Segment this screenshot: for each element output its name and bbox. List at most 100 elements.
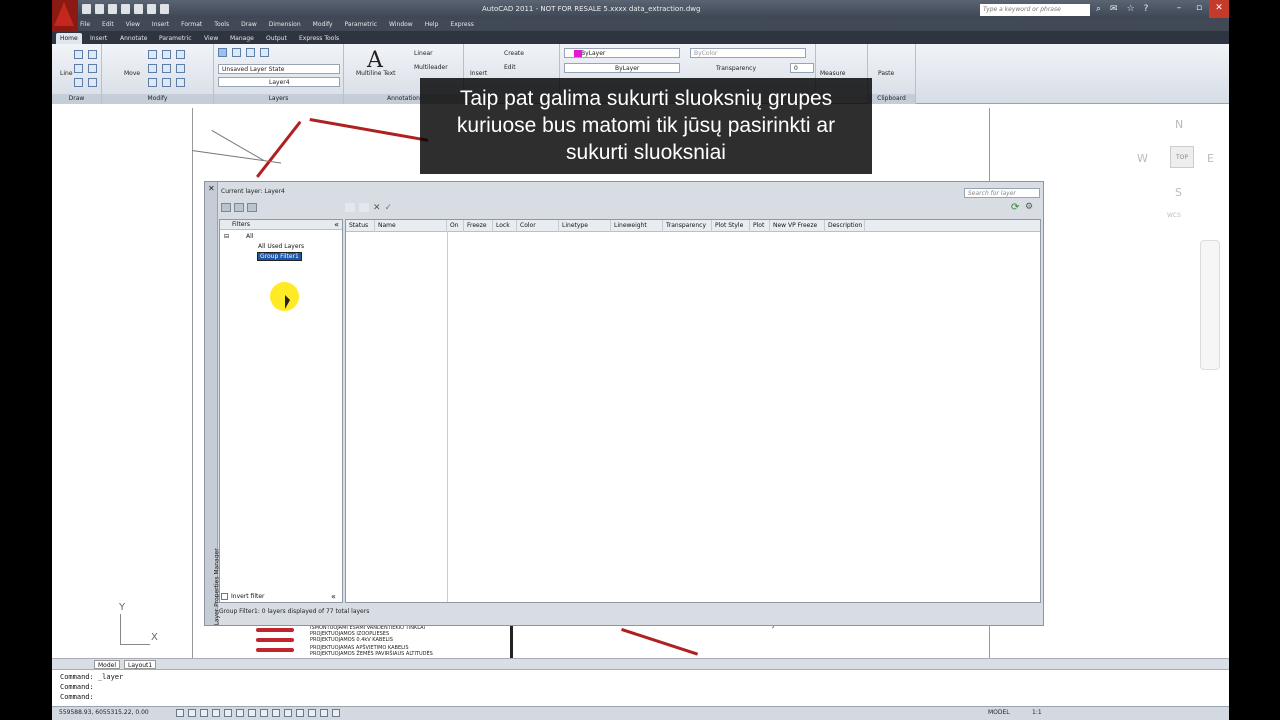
menu-file[interactable]: File	[80, 19, 90, 31]
search-layer-input[interactable]: Search for layer	[964, 188, 1040, 198]
infer-constraints-icon[interactable]	[176, 709, 184, 717]
allow-ucs-icon[interactable]	[272, 709, 280, 717]
viewcube-west[interactable]: W	[1137, 152, 1148, 165]
arc-icon[interactable]	[74, 78, 83, 87]
invert-filter-checkbox[interactable]: Invert filter	[221, 593, 265, 600]
polyline-icon[interactable]	[74, 50, 83, 59]
layer-list[interactable]: Status Name On Freeze Lock Color Linetyp…	[345, 219, 1041, 603]
polar-tracking-icon[interactable]	[224, 709, 232, 717]
menu-help[interactable]: Help	[425, 19, 439, 31]
layer-states-manager-icon[interactable]	[247, 203, 257, 212]
transparency-icon[interactable]	[308, 709, 316, 717]
redo-icon[interactable]	[147, 4, 156, 14]
line-button-label[interactable]: Line	[60, 70, 73, 77]
trim-icon[interactable]	[162, 50, 171, 59]
tab-home[interactable]: Home	[56, 33, 82, 44]
dynamic-input-icon[interactable]	[284, 709, 292, 717]
fillet-icon[interactable]	[176, 64, 185, 73]
undo-icon[interactable]	[134, 4, 143, 14]
transparency-value[interactable]: 0	[790, 63, 814, 73]
tab-parametric[interactable]: Parametric	[155, 33, 196, 44]
col-plot-style[interactable]: Plot Style	[712, 220, 750, 232]
menu-edit[interactable]: Edit	[102, 19, 114, 31]
viewcube-north[interactable]: N	[1175, 118, 1183, 131]
menu-insert[interactable]: Insert	[152, 19, 169, 31]
linetype-combo[interactable]: ByLayer	[564, 63, 680, 73]
tab-view[interactable]: View	[200, 33, 222, 44]
command-line[interactable]: Command: _layer Command: Command:	[52, 669, 1229, 706]
bycolor-combo[interactable]: ByColor	[690, 48, 806, 58]
3d-object-snap-icon[interactable]	[248, 709, 256, 717]
tab-model[interactable]: Model	[94, 660, 121, 669]
new-layer-vp-frozen-icon[interactable]	[359, 203, 369, 212]
circle-icon[interactable]	[74, 64, 83, 73]
annotation-scale[interactable]: 1:1	[1032, 709, 1042, 716]
layer-icon[interactable]	[232, 48, 241, 57]
save-as-icon[interactable]	[121, 4, 130, 14]
refresh-icon[interactable]: ⟳	[1011, 202, 1019, 213]
tab-express-tools[interactable]: Express Tools	[295, 33, 343, 44]
multileader-label[interactable]: Multileader	[414, 64, 448, 71]
palette-close-icon[interactable]: ✕	[208, 184, 215, 193]
col-lock[interactable]: Lock	[493, 220, 517, 232]
col-name[interactable]: Name	[375, 220, 447, 232]
menu-format[interactable]: Format	[181, 19, 202, 31]
copy-icon[interactable]	[148, 64, 157, 73]
rectangle-icon[interactable]	[88, 50, 97, 59]
tab-annotate[interactable]: Annotate	[116, 33, 151, 44]
col-color[interactable]: Color	[517, 220, 559, 232]
checkbox-icon[interactable]	[221, 593, 228, 600]
snap-mode-icon[interactable]	[188, 709, 196, 717]
hatch-icon[interactable]	[88, 64, 97, 73]
multiline-text-icon[interactable]: A	[367, 48, 383, 73]
current-layer-combo[interactable]: Layer4	[218, 77, 340, 87]
tree-item-group-filter[interactable]: Group Filter1	[257, 252, 302, 261]
mirror-icon[interactable]	[162, 64, 171, 73]
binoculars-icon[interactable]: ⌕	[1096, 4, 1101, 14]
delete-layer-icon[interactable]: ✕	[373, 203, 381, 213]
linear-dimension-label[interactable]: Linear	[414, 50, 433, 57]
tab-output[interactable]: Output	[262, 33, 291, 44]
maximize-icon[interactable]: ▫	[1189, 0, 1209, 18]
selection-cycling-icon[interactable]	[332, 709, 340, 717]
menu-tools[interactable]: Tools	[214, 19, 229, 31]
wcs-menu[interactable]: WCS	[1167, 212, 1181, 219]
communication-icon[interactable]: ✉	[1110, 4, 1118, 14]
palette-title-bar[interactable]: ✕ Layer Properties Manager	[205, 182, 221, 626]
gradient-icon[interactable]	[88, 78, 97, 87]
new-layer-icon[interactable]	[345, 203, 355, 212]
scale-icon[interactable]	[162, 78, 171, 87]
plot-icon[interactable]	[160, 4, 169, 14]
layer-properties-icon[interactable]	[218, 48, 227, 57]
paste-label[interactable]: Paste	[878, 70, 894, 77]
new-icon[interactable]	[82, 4, 91, 14]
object-snap-icon[interactable]	[236, 709, 244, 717]
col-transparency[interactable]: Transparency	[663, 220, 712, 232]
grid-display-icon[interactable]	[200, 709, 208, 717]
layer-state-combo[interactable]: Unsaved Layer State	[218, 64, 340, 74]
col-on[interactable]: On	[447, 220, 464, 232]
quick-properties-icon[interactable]	[320, 709, 328, 717]
help-search-input[interactable]: Type a keyword or phrase	[980, 4, 1090, 16]
tree-item-all[interactable]: All	[246, 233, 253, 240]
lineweight-icon[interactable]	[296, 709, 304, 717]
array-icon[interactable]	[176, 78, 185, 87]
settings-icon[interactable]: ⚙	[1025, 202, 1033, 212]
insert-block-label[interactable]: Insert	[470, 70, 487, 77]
stretch-icon[interactable]	[148, 78, 157, 87]
move-button-label[interactable]: Move	[124, 70, 140, 77]
viewcube[interactable]: N W E S TOP WCS	[1137, 112, 1227, 232]
tab-manage[interactable]: Manage	[226, 33, 258, 44]
col-description[interactable]: Description	[825, 220, 865, 232]
set-current-icon[interactable]: ✓	[385, 203, 393, 213]
tree-item-all-used-layers[interactable]: All Used Layers	[258, 243, 304, 250]
ortho-mode-icon[interactable]	[212, 709, 220, 717]
viewcube-south[interactable]: S	[1175, 186, 1182, 199]
col-status[interactable]: Status	[346, 220, 375, 232]
menu-express[interactable]: Express	[450, 19, 473, 31]
clipboard-panel-title[interactable]: Clipboard	[868, 94, 915, 104]
new-group-filter-icon[interactable]	[234, 203, 244, 212]
viewcube-top-face[interactable]: TOP	[1170, 146, 1194, 168]
menu-dimension[interactable]: Dimension	[269, 19, 301, 31]
menu-view[interactable]: View	[126, 19, 140, 31]
